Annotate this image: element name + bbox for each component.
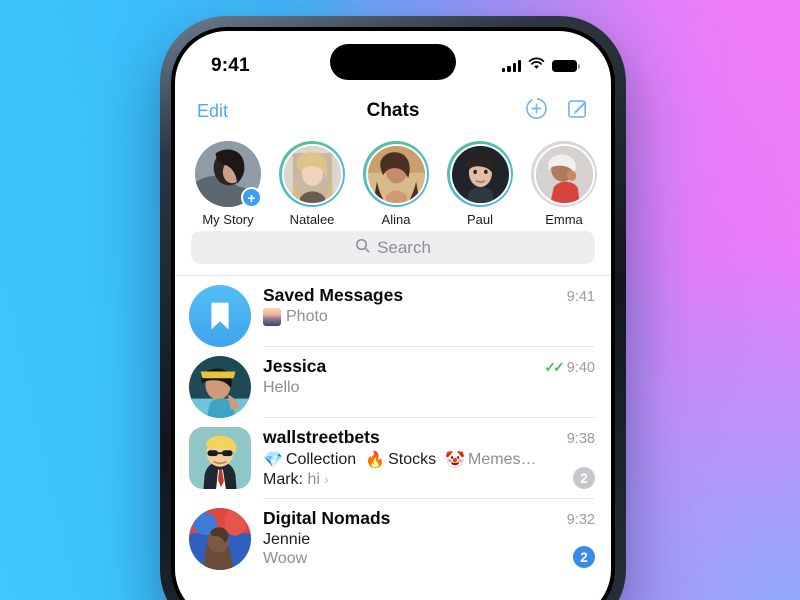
- topic-collection[interactable]: 💎 Collection: [263, 450, 356, 470]
- story-label: Alina: [381, 212, 411, 227]
- search-placeholder: Search: [377, 237, 431, 257]
- navigation-bar: Edit Chats: [175, 87, 611, 135]
- compose-icon[interactable]: [566, 97, 589, 125]
- edit-button[interactable]: Edit: [197, 101, 228, 122]
- chat-row-body: Jessica ✓✓ 9:40 Hello: [263, 356, 595, 418]
- read-receipt-icon: ✓✓: [544, 359, 565, 375]
- chat-title: wallstreetbets: [263, 427, 380, 447]
- clown-icon: 🤡: [445, 452, 466, 469]
- avatar: [189, 508, 251, 570]
- chat-row-top: Jessica ✓✓ 9:40: [263, 356, 595, 377]
- chat-meta: 9:32: [559, 512, 595, 528]
- unread-badge: 2: [573, 467, 595, 489]
- topic-label: Memes…: [468, 451, 537, 468]
- phone-screen: 9:41 Edit Chats + My Story Natalee Alina…: [175, 31, 611, 600]
- chat-row-body: Saved Messages 9:41 Photo: [263, 285, 595, 347]
- phone-frame: 9:41 Edit Chats + My Story Natalee Alina…: [160, 16, 626, 600]
- story-emma[interactable]: Emma: [531, 141, 597, 231]
- diamond-icon: 💎: [263, 452, 283, 469]
- chat-topics[interactable]: 💎 Collection 🔥 Stocks 🤡 Memes…: [263, 450, 595, 470]
- avatar: [281, 143, 343, 205]
- avatar: [365, 143, 427, 205]
- add-story-icon[interactable]: [525, 97, 548, 125]
- chat-preview: Photo: [263, 308, 595, 326]
- chat-time: 9:38: [566, 431, 595, 447]
- chat-list[interactable]: Saved Messages 9:41 Photo Jessica ✓✓ 9:4…: [175, 275, 611, 600]
- chat-meta: ✓✓ 9:40: [536, 359, 595, 376]
- topic-memes[interactable]: 🤡 Memes…: [445, 450, 536, 470]
- chat-row-saved-messages[interactable]: Saved Messages 9:41 Photo: [175, 276, 611, 347]
- status-indicators: [502, 57, 580, 75]
- topic-label: Stocks: [388, 451, 437, 468]
- chat-row-body: wallstreetbets 9:38 💎 Collection 🔥 Stock…: [263, 427, 595, 499]
- photo-thumbnail-icon: [263, 308, 281, 326]
- search-input[interactable]: Search: [191, 231, 595, 264]
- story-ring: +: [195, 141, 262, 208]
- chat-row-top: Digital Nomads 9:32: [263, 508, 595, 529]
- chat-row-top: Saved Messages 9:41: [263, 285, 595, 306]
- stories-row[interactable]: + My Story Natalee Alina Paul Emma: [175, 135, 611, 231]
- chat-row-jessica[interactable]: Jessica ✓✓ 9:40 Hello: [175, 347, 611, 418]
- chat-preview-text: Woow: [263, 550, 308, 567]
- add-story-badge[interactable]: +: [241, 187, 262, 208]
- unread-badge: 2: [573, 546, 595, 568]
- chat-time: 9:40: [566, 359, 595, 376]
- avatar: [189, 356, 251, 418]
- nav-actions: [525, 97, 589, 125]
- chat-row-top: wallstreetbets 9:38: [263, 427, 595, 448]
- chat-title: Jessica: [263, 356, 327, 376]
- story-paul[interactable]: Paul: [447, 141, 513, 231]
- status-time: 9:41: [211, 55, 250, 76]
- chat-meta: 9:41: [559, 289, 595, 305]
- story-ring: [363, 141, 429, 207]
- avatar: [449, 143, 511, 205]
- chat-preview: Woow: [263, 550, 595, 568]
- chat-last-message: Mark: hi ›: [263, 471, 595, 489]
- chat-sender-line: Jennie: [263, 531, 595, 549]
- story-ring: [531, 141, 597, 207]
- fire-icon: 🔥: [365, 452, 386, 469]
- story-ring: [447, 141, 513, 207]
- story-label: Paul: [466, 212, 494, 227]
- chat-time: 9:32: [566, 512, 595, 528]
- search-icon: [355, 238, 370, 258]
- chat-row-wallstreetbets[interactable]: wallstreetbets 9:38 💎 Collection 🔥 Stock…: [175, 418, 611, 499]
- chat-preview-text: Hello: [263, 379, 300, 396]
- message-sender: Jennie: [263, 531, 311, 548]
- story-natalee[interactable]: Natalee: [279, 141, 345, 231]
- story-label: Emma: [545, 212, 583, 227]
- chat-title: Saved Messages: [263, 285, 404, 305]
- cellular-bars-icon: [502, 60, 521, 72]
- status-bar: 9:41: [175, 31, 611, 87]
- avatar: [533, 143, 595, 205]
- chat-row-digital-nomads[interactable]: Digital Nomads 9:32 Jennie Woow 2: [175, 499, 611, 577]
- topic-stocks[interactable]: 🔥 Stocks: [365, 450, 436, 470]
- battery-icon: [552, 60, 580, 72]
- dynamic-island: [330, 44, 456, 80]
- phone-bezel: 9:41 Edit Chats + My Story Natalee Alina…: [171, 27, 615, 600]
- chat-meta: 9:38: [559, 431, 595, 447]
- wifi-icon: [528, 57, 545, 75]
- story-ring: [279, 141, 345, 207]
- story-alina[interactable]: Alina: [363, 141, 429, 231]
- chevron-right-icon: ›: [324, 472, 329, 487]
- bookmark-icon: [189, 285, 251, 347]
- story-label: My Story: [202, 212, 254, 227]
- chat-preview: Hello: [263, 379, 595, 397]
- chat-row-body: Digital Nomads 9:32 Jennie Woow 2: [263, 508, 595, 577]
- story-label: Natalee: [289, 212, 335, 227]
- story-my-story[interactable]: + My Story: [195, 141, 262, 231]
- topic-label: Collection: [285, 451, 357, 468]
- avatar: [189, 427, 251, 489]
- message-sender: Mark:: [263, 471, 303, 488]
- chat-title: Digital Nomads: [263, 508, 391, 528]
- chat-preview-text: Photo: [286, 308, 328, 325]
- message-text: hi: [307, 471, 320, 488]
- chat-time: 9:41: [566, 289, 595, 305]
- search-bar-container: Search: [175, 231, 611, 275]
